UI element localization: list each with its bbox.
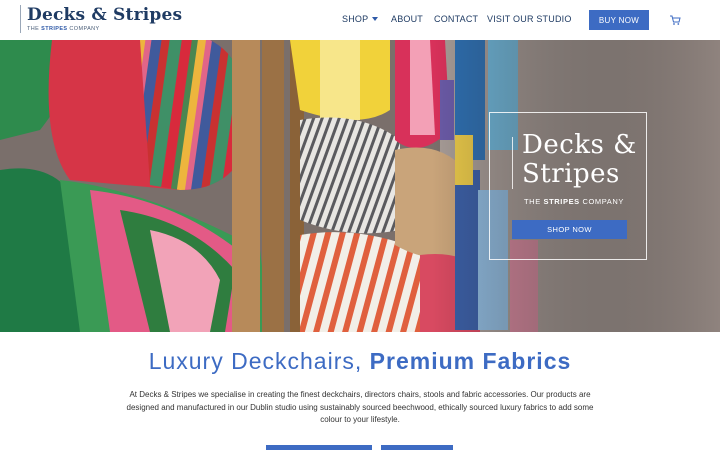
- cta-button-right[interactable]: [381, 445, 453, 450]
- hero-banner: Decks & Stripes THE STRIPES COMPANY SHOP…: [0, 40, 720, 332]
- nav-visit-studio[interactable]: VISIT OUR STUDIO: [487, 14, 572, 24]
- nav-about[interactable]: ABOUT: [391, 14, 423, 24]
- hero-title-line-1: Decks &: [522, 130, 637, 160]
- intro-paragraph: At Decks & Stripes we specialise in crea…: [126, 390, 594, 424]
- nav-shop[interactable]: SHOP: [342, 14, 379, 24]
- headline-light: Luxury Deckchairs,: [148, 348, 370, 374]
- hero-tagline: THE STRIPES COMPANY: [524, 197, 625, 206]
- headline-bold: Premium Fabrics: [369, 348, 572, 374]
- page-headline: Luxury Deckchairs, Premium Fabrics: [0, 348, 720, 375]
- shop-now-button[interactable]: SHOP NOW: [512, 220, 627, 239]
- nav-about-label: ABOUT: [391, 14, 424, 24]
- hero-divider: [512, 137, 513, 189]
- chevron-down-icon: [372, 17, 379, 21]
- site-header: Decks & Stripes THE STRIPES COMPANY SHOP…: [0, 0, 720, 40]
- logo-tagline: THE STRIPES COMPANY: [27, 26, 100, 32]
- buy-now-button[interactable]: BUY NOW: [589, 10, 649, 30]
- nav-visit-studio-label: VISIT OUR STUDIO: [487, 14, 572, 24]
- nav-contact[interactable]: CONTACT: [434, 14, 478, 24]
- nav-contact-label: CONTACT: [434, 14, 479, 24]
- hero-title-line-2: Stripes: [522, 159, 620, 189]
- cta-button-left[interactable]: [266, 445, 372, 450]
- logo-title: Decks & Stripes: [27, 5, 183, 25]
- hero-brand-panel: Decks & Stripes THE STRIPES COMPANY SHOP…: [489, 112, 647, 260]
- nav-shop-label: SHOP: [342, 14, 369, 24]
- cart-icon[interactable]: [669, 14, 681, 26]
- hero-title: Decks & Stripes: [522, 131, 646, 189]
- logo[interactable]: Decks & Stripes THE STRIPES COMPANY: [20, 5, 182, 33]
